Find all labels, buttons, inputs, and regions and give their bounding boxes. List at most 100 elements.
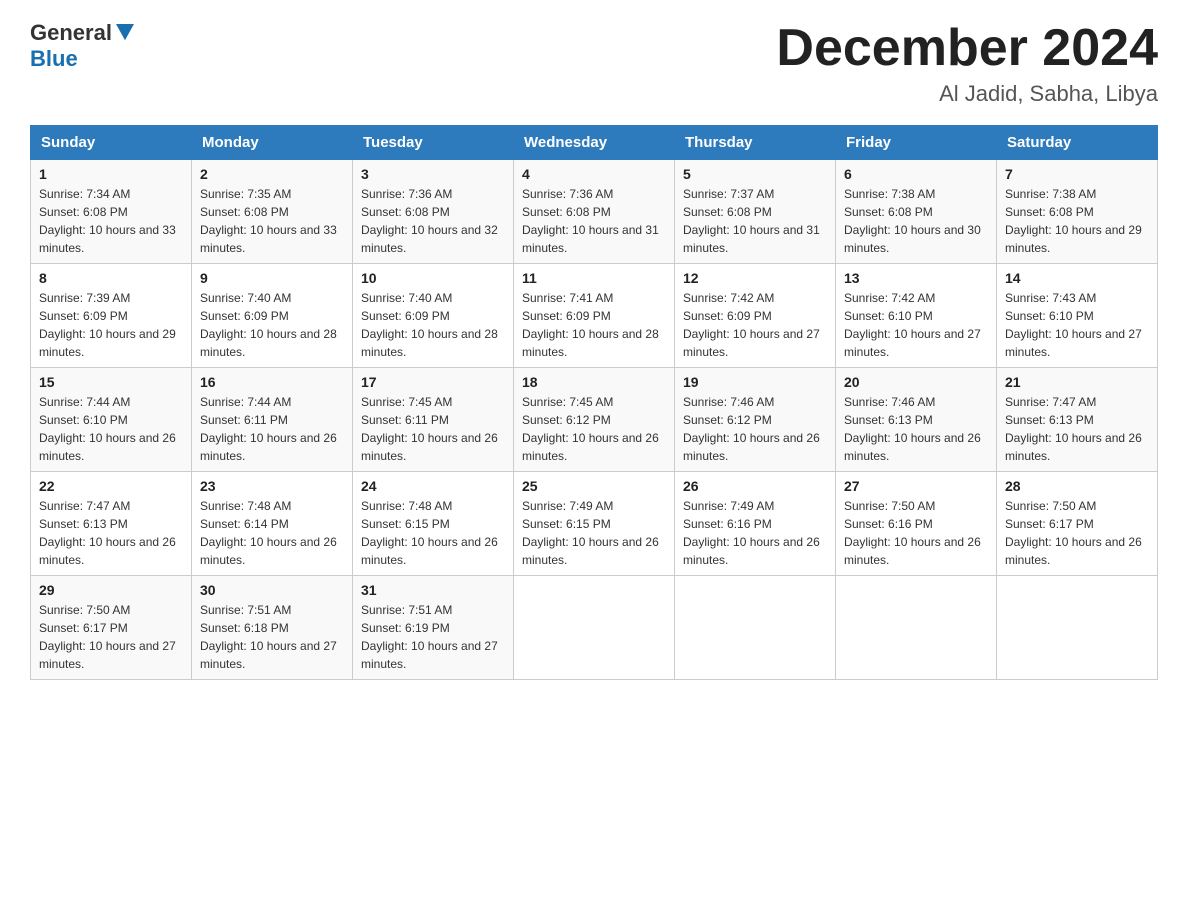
- calendar-day-cell: 30Sunrise: 7:51 AMSunset: 6:18 PMDayligh…: [192, 576, 353, 680]
- day-number: 22: [39, 478, 183, 494]
- day-number: 27: [844, 478, 988, 494]
- day-info: Sunrise: 7:49 AMSunset: 6:15 PMDaylight:…: [522, 497, 666, 569]
- day-number: 29: [39, 582, 183, 598]
- day-info: Sunrise: 7:50 AMSunset: 6:17 PMDaylight:…: [39, 601, 183, 673]
- logo-triangle-icon: [116, 24, 134, 42]
- calendar-day-cell: [514, 576, 675, 680]
- calendar-day-cell: 14 Sunrise: 7:43 AMSunset: 6:10 PMDayligh…: [997, 264, 1158, 368]
- calendar-day-cell: 10 Sunrise: 7:40 AMSunset: 6:09 PMDayligh…: [353, 264, 514, 368]
- logo-general-text: General: [30, 20, 112, 46]
- col-monday: Monday: [192, 126, 353, 160]
- calendar-day-cell: 20 Sunrise: 7:46 AMSunset: 6:13 PMDayligh…: [836, 368, 997, 472]
- calendar-week-row: 8 Sunrise: 7:39 AMSunset: 6:09 PMDaylight…: [31, 264, 1158, 368]
- day-number: 2: [200, 166, 344, 182]
- calendar-day-cell: 27 Sunrise: 7:50 AMSunset: 6:16 PMDayligh…: [836, 472, 997, 576]
- calendar-day-cell: 6 Sunrise: 7:38 AMSunset: 6:08 PMDaylight…: [836, 160, 997, 264]
- page-header: General Blue December 2024 Al Jadid, Sab…: [30, 20, 1158, 107]
- day-number: 1: [39, 166, 183, 182]
- day-info: Sunrise: 7:47 AMSunset: 6:13 PMDaylight:…: [39, 497, 183, 569]
- day-number: 15: [39, 374, 183, 390]
- day-info: Sunrise: 7:35 AMSunset: 6:08 PMDaylight:…: [200, 185, 344, 257]
- day-number: 5: [683, 166, 827, 182]
- month-year-title: December 2024: [776, 20, 1158, 77]
- calendar-week-row: 29 Sunrise: 7:50 AMSunset: 6:17 PMDayligh…: [31, 576, 1158, 680]
- day-number: 28: [1005, 478, 1149, 494]
- calendar-day-cell: 17 Sunrise: 7:45 AMSunset: 6:11 PMDayligh…: [353, 368, 514, 472]
- day-number: 17: [361, 374, 505, 390]
- day-info: Sunrise: 7:51 AMSunset: 6:19 PMDaylight:…: [361, 601, 505, 673]
- day-info: Sunrise: 7:36 AMSunset: 6:08 PMDaylight:…: [361, 185, 505, 257]
- calendar-day-cell: 19 Sunrise: 7:46 AMSunset: 6:12 PMDayligh…: [675, 368, 836, 472]
- col-thursday: Thursday: [675, 126, 836, 160]
- calendar-day-cell: 2 Sunrise: 7:35 AMSunset: 6:08 PMDaylight…: [192, 160, 353, 264]
- col-saturday: Saturday: [997, 126, 1158, 160]
- day-number: 26: [683, 478, 827, 494]
- day-info: Sunrise: 7:38 AMSunset: 6:08 PMDaylight:…: [1005, 185, 1149, 257]
- logo-blue-text: Blue: [30, 46, 78, 72]
- calendar-day-cell: 3 Sunrise: 7:36 AMSunset: 6:08 PMDaylight…: [353, 160, 514, 264]
- day-info: Sunrise: 7:46 AMSunset: 6:12 PMDaylight:…: [683, 393, 827, 465]
- title-block: December 2024 Al Jadid, Sabha, Libya: [776, 20, 1158, 107]
- calendar-day-cell: 23Sunrise: 7:48 AMSunset: 6:14 PMDayligh…: [192, 472, 353, 576]
- calendar-day-cell: 1 Sunrise: 7:34 AMSunset: 6:08 PMDaylight…: [31, 160, 192, 264]
- day-info: Sunrise: 7:48 AMSunset: 6:15 PMDaylight:…: [361, 497, 505, 569]
- day-number: 16: [200, 374, 344, 390]
- day-number: 31: [361, 582, 505, 598]
- col-friday: Friday: [836, 126, 997, 160]
- calendar-day-cell: 11 Sunrise: 7:41 AMSunset: 6:09 PMDayligh…: [514, 264, 675, 368]
- day-number: 20: [844, 374, 988, 390]
- col-sunday: Sunday: [31, 126, 192, 160]
- day-info: Sunrise: 7:50 AMSunset: 6:16 PMDaylight:…: [844, 497, 988, 569]
- location-subtitle: Al Jadid, Sabha, Libya: [776, 81, 1158, 107]
- day-info: Sunrise: 7:49 AMSunset: 6:16 PMDaylight:…: [683, 497, 827, 569]
- calendar-day-cell: [836, 576, 997, 680]
- day-number: 6: [844, 166, 988, 182]
- day-info: Sunrise: 7:42 AMSunset: 6:10 PMDaylight:…: [844, 289, 988, 361]
- day-number: 10: [361, 270, 505, 286]
- calendar-day-cell: 13Sunrise: 7:42 AMSunset: 6:10 PMDayligh…: [836, 264, 997, 368]
- day-number: 14: [1005, 270, 1149, 286]
- day-info: Sunrise: 7:47 AMSunset: 6:13 PMDaylight:…: [1005, 393, 1149, 465]
- logo: General Blue: [30, 20, 134, 73]
- day-number: 11: [522, 270, 666, 286]
- day-info: Sunrise: 7:40 AMSunset: 6:09 PMDaylight:…: [361, 289, 505, 361]
- day-number: 9: [200, 270, 344, 286]
- calendar-week-row: 1 Sunrise: 7:34 AMSunset: 6:08 PMDaylight…: [31, 160, 1158, 264]
- calendar-day-cell: 15 Sunrise: 7:44 AMSunset: 6:10 PMDayligh…: [31, 368, 192, 472]
- day-info: Sunrise: 7:37 AMSunset: 6:08 PMDaylight:…: [683, 185, 827, 257]
- day-info: Sunrise: 7:34 AMSunset: 6:08 PMDaylight:…: [39, 185, 183, 257]
- calendar-day-cell: 18 Sunrise: 7:45 AMSunset: 6:12 PMDayligh…: [514, 368, 675, 472]
- day-info: Sunrise: 7:40 AMSunset: 6:09 PMDaylight:…: [200, 289, 344, 361]
- day-info: Sunrise: 7:36 AMSunset: 6:08 PMDaylight:…: [522, 185, 666, 257]
- calendar-day-cell: 9 Sunrise: 7:40 AMSunset: 6:09 PMDaylight…: [192, 264, 353, 368]
- col-tuesday: Tuesday: [353, 126, 514, 160]
- day-info: Sunrise: 7:42 AMSunset: 6:09 PMDaylight:…: [683, 289, 827, 361]
- calendar-header-row: Sunday Monday Tuesday Wednesday Thursday…: [31, 126, 1158, 160]
- calendar-day-cell: 24 Sunrise: 7:48 AMSunset: 6:15 PMDayligh…: [353, 472, 514, 576]
- day-info: Sunrise: 7:44 AMSunset: 6:10 PMDaylight:…: [39, 393, 183, 465]
- calendar-week-row: 22 Sunrise: 7:47 AMSunset: 6:13 PMDayligh…: [31, 472, 1158, 576]
- calendar-table: Sunday Monday Tuesday Wednesday Thursday…: [30, 125, 1158, 680]
- calendar-day-cell: 12Sunrise: 7:42 AMSunset: 6:09 PMDayligh…: [675, 264, 836, 368]
- day-number: 24: [361, 478, 505, 494]
- day-number: 3: [361, 166, 505, 182]
- day-info: Sunrise: 7:46 AMSunset: 6:13 PMDaylight:…: [844, 393, 988, 465]
- calendar-day-cell: 28Sunrise: 7:50 AMSunset: 6:17 PMDayligh…: [997, 472, 1158, 576]
- day-info: Sunrise: 7:45 AMSunset: 6:12 PMDaylight:…: [522, 393, 666, 465]
- day-info: Sunrise: 7:45 AMSunset: 6:11 PMDaylight:…: [361, 393, 505, 465]
- day-info: Sunrise: 7:38 AMSunset: 6:08 PMDaylight:…: [844, 185, 988, 257]
- day-number: 19: [683, 374, 827, 390]
- day-info: Sunrise: 7:51 AMSunset: 6:18 PMDaylight:…: [200, 601, 344, 673]
- calendar-day-cell: 4 Sunrise: 7:36 AMSunset: 6:08 PMDaylight…: [514, 160, 675, 264]
- day-number: 18: [522, 374, 666, 390]
- day-number: 23: [200, 478, 344, 494]
- calendar-day-cell: 26 Sunrise: 7:49 AMSunset: 6:16 PMDayligh…: [675, 472, 836, 576]
- day-number: 8: [39, 270, 183, 286]
- day-info: Sunrise: 7:41 AMSunset: 6:09 PMDaylight:…: [522, 289, 666, 361]
- day-info: Sunrise: 7:39 AMSunset: 6:09 PMDaylight:…: [39, 289, 183, 361]
- day-info: Sunrise: 7:44 AMSunset: 6:11 PMDaylight:…: [200, 393, 344, 465]
- day-info: Sunrise: 7:43 AMSunset: 6:10 PMDaylight:…: [1005, 289, 1149, 361]
- col-wednesday: Wednesday: [514, 126, 675, 160]
- day-number: 4: [522, 166, 666, 182]
- day-number: 7: [1005, 166, 1149, 182]
